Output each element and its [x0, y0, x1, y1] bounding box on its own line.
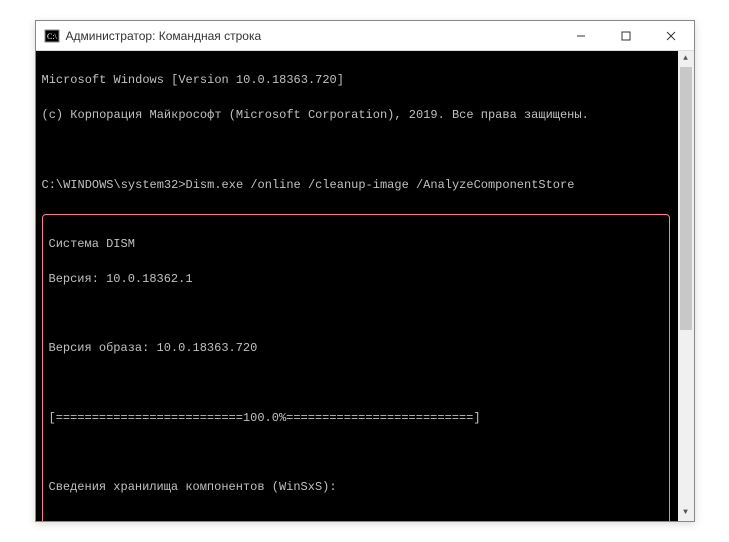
progress-bar: [==========================100.0%=======… — [49, 410, 663, 427]
command-prompt-window: C:\ Администратор: Командная строка Micr… — [35, 20, 695, 522]
output-highlight-box: Система DISM Версия: 10.0.18362.1 Версия… — [42, 214, 670, 521]
prompt-path: C:\WINDOWS\system32> — [42, 178, 186, 192]
scroll-track[interactable] — [678, 67, 694, 505]
close-button[interactable] — [649, 21, 694, 50]
prompt-command: Dism.exe /online /cleanup-image /Analyze… — [186, 178, 575, 192]
window-controls — [559, 21, 694, 50]
header-version: Microsoft Windows [Version 10.0.18363.72… — [42, 72, 688, 89]
blank-line — [49, 375, 663, 392]
terminal-output: Microsoft Windows [Version 10.0.18363.72… — [42, 55, 688, 521]
image-version: Версия образа: 10.0.18363.720 — [49, 340, 663, 357]
scroll-down-button[interactable]: ▼ — [678, 505, 694, 521]
minimize-button[interactable] — [559, 21, 604, 50]
blank-line — [49, 305, 663, 322]
scroll-up-button[interactable]: ▲ — [678, 51, 694, 67]
winsxs-header: Сведения хранилища компонентов (WinSxS): — [49, 479, 663, 496]
blank-line — [49, 445, 663, 462]
dism-tool-label: Система DISM — [49, 236, 663, 253]
prompt-line: C:\WINDOWS\system32>Dism.exe /online /cl… — [42, 177, 688, 194]
titlebar[interactable]: C:\ Администратор: Командная строка — [36, 21, 694, 51]
header-copyright: (c) Корпорация Майкрософт (Microsoft Cor… — [42, 107, 688, 124]
maximize-button[interactable] — [604, 21, 649, 50]
cmd-icon: C:\ — [44, 28, 60, 44]
window-title: Администратор: Командная строка — [66, 29, 559, 43]
terminal-area[interactable]: Microsoft Windows [Version 10.0.18363.72… — [36, 51, 694, 521]
scroll-thumb[interactable] — [680, 67, 692, 330]
blank-line — [49, 514, 663, 521]
dism-tool-version: Версия: 10.0.18362.1 — [49, 271, 663, 288]
svg-text:C:\: C:\ — [47, 32, 58, 41]
scrollbar[interactable]: ▲ ▼ — [678, 51, 694, 521]
blank-line — [42, 142, 688, 159]
